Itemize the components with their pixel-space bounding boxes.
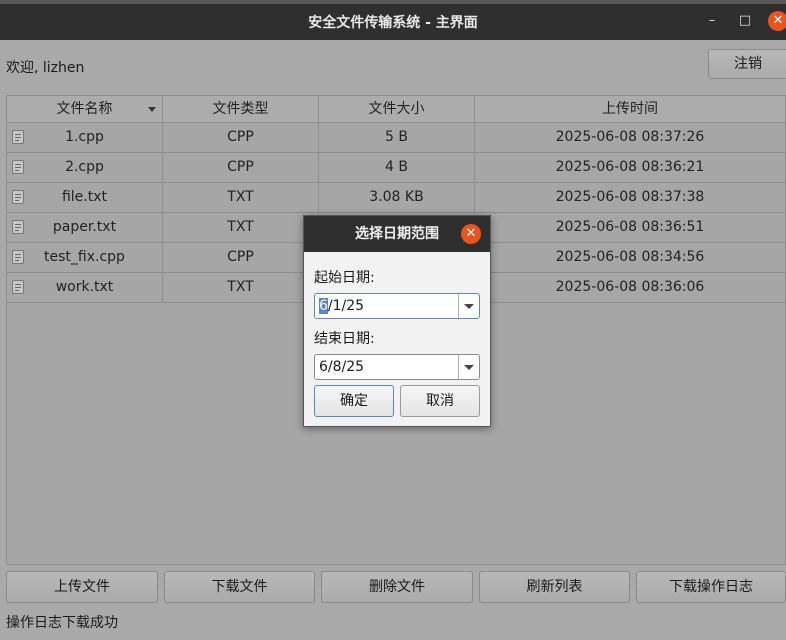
column-header-name[interactable]: 文件名称 [7, 96, 163, 123]
table-row[interactable]: 2.cpp CPP 4 B 2025-06-08 08:36:21 [7, 153, 785, 183]
sort-down-icon [148, 107, 156, 112]
file-icon [12, 160, 24, 174]
cell-time: 2025-06-08 08:34:56 [555, 249, 705, 265]
column-header-type[interactable]: 文件类型 [163, 96, 319, 123]
download-log-button[interactable]: 下载操作日志 [636, 571, 786, 603]
table-row[interactable]: 1.cpp CPP 5 B 2025-06-08 08:37:26 [7, 123, 785, 153]
cell-type: CPP [163, 153, 319, 182]
start-date-field[interactable]: 6/1/25 [314, 293, 480, 319]
window-titlebar: 安全文件传输系统 - 主界面 – □ ✕ [0, 0, 786, 40]
cell-time: 2025-06-08 08:37:38 [555, 189, 705, 205]
file-icon [12, 250, 24, 264]
chevron-down-icon[interactable] [458, 355, 479, 379]
file-icon [12, 220, 24, 234]
cell-type: CPP [163, 123, 319, 152]
refresh-button[interactable]: 刷新列表 [479, 571, 630, 603]
cell-type: TXT [163, 183, 319, 212]
cell-size: 4 B [319, 153, 475, 182]
file-name: 2.cpp [65, 159, 104, 175]
cell-size: 5 B [319, 123, 475, 152]
upload-button[interactable]: 上传文件 [6, 571, 158, 603]
minimize-icon[interactable]: – [703, 12, 721, 30]
download-button[interactable]: 下载文件 [164, 571, 315, 603]
maximize-icon[interactable]: □ [736, 12, 754, 30]
cell-type: TXT [163, 273, 319, 302]
delete-button[interactable]: 删除文件 [321, 571, 473, 603]
end-date-value: 6/8/25 [319, 359, 365, 375]
file-name: 1.cpp [65, 129, 104, 145]
dialog-title: 选择日期范围 [355, 226, 439, 242]
column-header-size[interactable]: 文件大小 [319, 96, 475, 123]
start-date-label: 起始日期: [314, 270, 375, 286]
close-icon[interactable]: ✕ [461, 224, 481, 244]
dialog-titlebar: 选择日期范围 ✕ [304, 216, 490, 252]
cell-time: 2025-06-08 08:37:26 [555, 129, 705, 145]
file-name: test_fix.cpp [44, 249, 125, 265]
start-date-value: 6/1/25 [319, 298, 364, 314]
cell-time: 2025-06-08 08:36:06 [555, 279, 705, 295]
window-title: 安全文件传输系统 - 主界面 [308, 15, 478, 31]
cell-size: 3.08 KB [319, 183, 475, 212]
date-range-dialog: 选择日期范围 ✕ 起始日期: 6/1/25 结束日期: 6/8/25 确定 取消 [303, 215, 491, 427]
file-icon [12, 280, 24, 294]
end-date-field[interactable]: 6/8/25 [314, 354, 480, 380]
close-icon[interactable]: ✕ [768, 11, 786, 31]
file-name: file.txt [61, 189, 108, 205]
file-icon [12, 190, 24, 204]
chevron-down-icon[interactable] [458, 294, 479, 318]
cell-name: 2.cpp [7, 153, 163, 182]
ok-button[interactable]: 确定 [314, 385, 394, 417]
status-text: 操作日志下载成功 [6, 615, 118, 631]
column-header-time[interactable]: 上传时间 [475, 96, 785, 123]
logout-button[interactable]: 注销 [708, 49, 786, 79]
file-name: work.txt [55, 279, 114, 295]
cell-type: TXT [163, 213, 319, 242]
cell-time: 2025-06-08 08:36:21 [555, 159, 705, 175]
end-date-label: 结束日期: [314, 331, 375, 347]
cell-name: 1.cpp [7, 123, 163, 152]
table-row[interactable]: file.txt TXT 3.08 KB 2025-06-08 08:37:38 [7, 183, 785, 213]
cell-name: paper.txt [7, 213, 163, 242]
welcome-text: 欢迎, lizhen [6, 60, 85, 76]
column-header-label: 文件名称 [56, 101, 113, 117]
start-date-rest: /1/25 [327, 298, 365, 314]
cell-time: 2025-06-08 08:36:51 [555, 219, 705, 235]
cancel-button[interactable]: 取消 [400, 385, 480, 417]
cell-name: test_fix.cpp [7, 243, 163, 272]
start-date-selected: 6 [319, 298, 328, 314]
cell-type: CPP [163, 243, 319, 272]
cell-name: work.txt [7, 273, 163, 302]
file-icon [12, 130, 24, 144]
cell-name: file.txt [7, 183, 163, 212]
file-name: paper.txt [52, 219, 117, 235]
top-strip [0, 0, 786, 4]
